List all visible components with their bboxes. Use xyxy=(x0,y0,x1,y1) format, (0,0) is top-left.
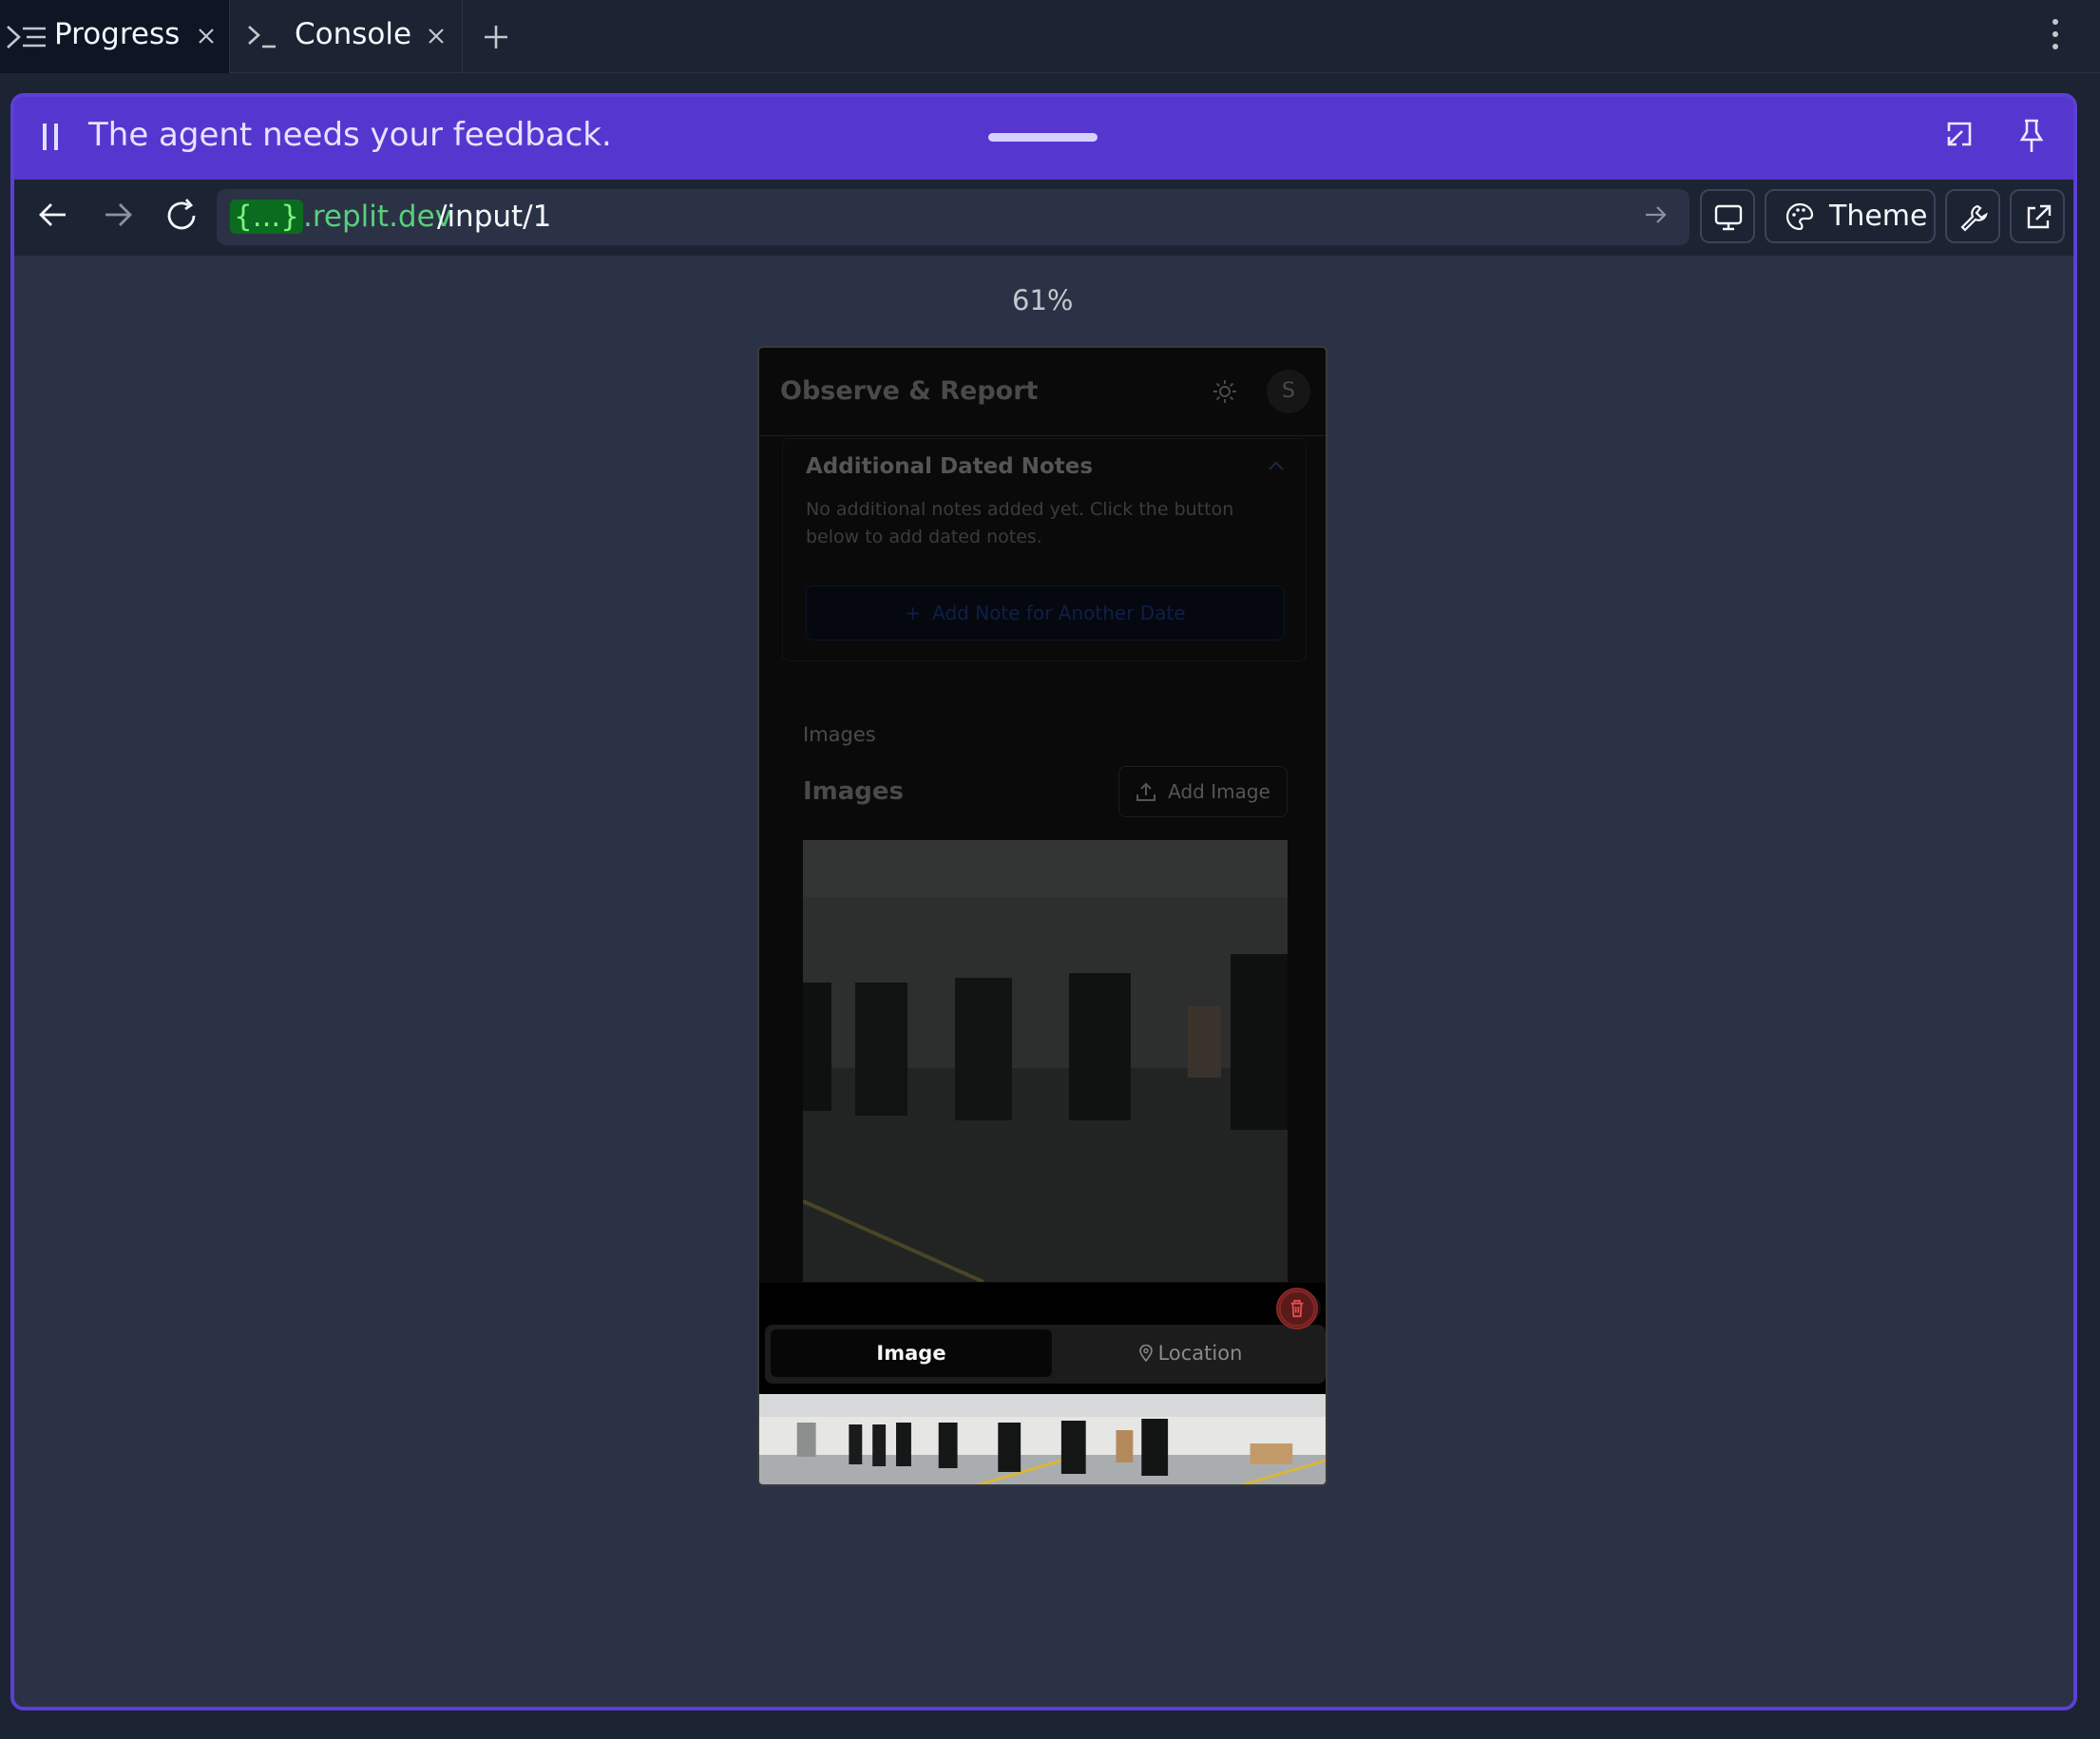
mobile-preview: Observe & Report S Additional Dated Note… xyxy=(757,346,1327,1486)
browser-toolbar: {...} .replit.dev /input/1 Theme xyxy=(14,180,2073,256)
drawer-tabs: Image Location xyxy=(765,1325,1326,1384)
go-arrow-icon[interactable] xyxy=(1644,202,1669,227)
reload-icon[interactable] xyxy=(162,197,200,235)
device-toggle-button[interactable] xyxy=(1700,189,1755,243)
dated-notes-card: Additional Dated Notes No additional not… xyxy=(782,438,1307,661)
chevron-up-icon[interactable] xyxy=(1268,460,1285,471)
theme-label: Theme xyxy=(1829,200,1928,233)
add-image-label: Add Image xyxy=(1168,780,1270,803)
close-icon[interactable] xyxy=(428,28,445,45)
agent-feedback-frame: The agent needs your feedback. {...} .rep… xyxy=(10,93,2077,1710)
devtools-button[interactable] xyxy=(1945,189,2000,243)
app-header: Observe & Report S xyxy=(759,348,1326,436)
tab-location-label: Location xyxy=(1157,1342,1243,1365)
upload-icon xyxy=(1136,782,1156,801)
plus-icon: + xyxy=(905,602,922,624)
url-host-braces: {...} xyxy=(230,200,304,234)
url-host-suffix: .replit.dev xyxy=(303,200,453,234)
feedback-message: The agent needs your feedback. xyxy=(88,116,612,154)
url-host: {...} .replit.dev xyxy=(230,197,452,237)
feedback-banner: The agent needs your feedback. xyxy=(14,97,2073,180)
uploaded-photo xyxy=(759,1394,1326,1484)
images-heading: Images xyxy=(803,777,905,806)
tab-console[interactable]: Console xyxy=(230,0,463,73)
add-image-button[interactable]: Add Image xyxy=(1118,766,1288,817)
tab-location[interactable]: Location xyxy=(1061,1329,1320,1377)
url-path[interactable]: /input/1 xyxy=(437,197,551,237)
theme-button[interactable]: Theme xyxy=(1765,189,1936,243)
avatar[interactable]: S xyxy=(1267,370,1310,413)
drag-handle[interactable] xyxy=(988,133,1098,142)
images-section-label: Images xyxy=(803,723,876,746)
tab-progress-label: Progress xyxy=(54,17,181,51)
external-link-icon xyxy=(2027,204,2052,229)
image-drawer: Image Location xyxy=(759,1283,1326,1484)
forward-arrow-icon[interactable] xyxy=(102,199,134,231)
tab-progress[interactable]: Progress xyxy=(0,0,230,73)
back-arrow-icon[interactable] xyxy=(37,199,69,231)
close-icon[interactable] xyxy=(198,28,215,45)
notes-title: Additional Dated Notes xyxy=(806,454,1094,479)
palette-icon xyxy=(1785,202,1814,230)
monitor-icon xyxy=(1714,204,1743,231)
tab-image[interactable]: Image xyxy=(771,1329,1052,1377)
progress-icon xyxy=(7,26,46,48)
add-note-label: Add Note for Another Date xyxy=(932,602,1186,624)
workspace-tab-bar: Progress Console xyxy=(0,0,2100,73)
url-bar[interactable]: {...} .replit.dev /input/1 xyxy=(217,189,1690,245)
pause-icon[interactable] xyxy=(43,124,66,154)
expand-icon[interactable] xyxy=(1943,118,1976,150)
notes-empty-text: No additional notes added yet. Click the… xyxy=(806,499,1234,547)
uploaded-photo-dimmed xyxy=(803,840,1288,1282)
tab-console-label: Console xyxy=(295,17,412,51)
sun-icon[interactable] xyxy=(1212,379,1237,404)
more-options-icon[interactable] xyxy=(2052,19,2058,56)
app-title: Observe & Report xyxy=(780,376,1039,406)
open-new-window-button[interactable] xyxy=(2010,189,2065,243)
zoom-level: 61% xyxy=(1012,284,1074,316)
wrench-icon xyxy=(1960,204,1988,232)
preview-canvas: 61% Observe & Report S Additional Dated … xyxy=(14,256,2073,1707)
trash-icon[interactable] xyxy=(1276,1288,1318,1329)
add-note-button[interactable]: + Add Note for Another Date xyxy=(806,585,1285,640)
pin-icon[interactable] xyxy=(2017,118,2046,154)
new-tab-plus-icon[interactable] xyxy=(484,25,508,49)
map-pin-icon xyxy=(1138,1344,1153,1363)
terminal-icon xyxy=(248,26,276,48)
